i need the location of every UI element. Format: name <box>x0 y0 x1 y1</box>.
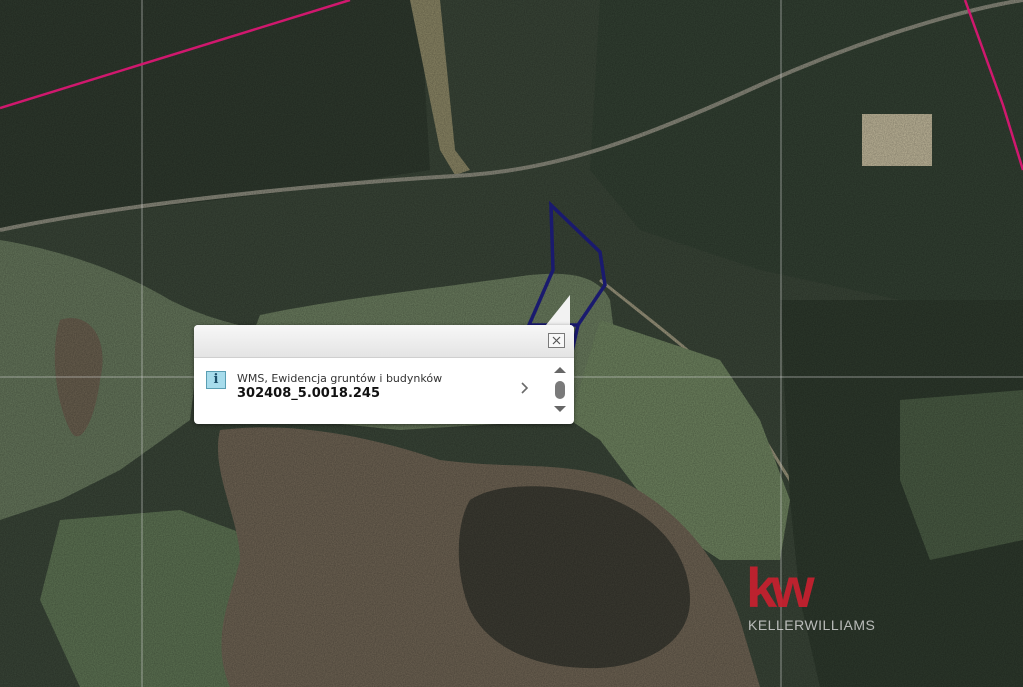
info-icon: i <box>206 371 226 389</box>
chevron-right-icon[interactable] <box>520 381 530 395</box>
popup-scrollbar[interactable] <box>552 365 568 421</box>
scroll-thumb[interactable] <box>555 381 565 399</box>
layer-name: WMS, Ewidencja gruntów i budynków <box>237 372 443 385</box>
popup-pointer <box>546 295 570 325</box>
feature-info-popup: i WMS, Ewidencja gruntów i budynków 3024… <box>194 295 574 424</box>
parcel-id: 302408_5.0018.245 <box>237 386 381 401</box>
close-button[interactable] <box>548 333 565 348</box>
popup-body: i WMS, Ewidencja gruntów i budynków 3024… <box>194 325 574 424</box>
logo-name: KELLERWILLIAMS <box>748 617 876 633</box>
scroll-up-icon[interactable] <box>554 367 566 373</box>
logo-mark: kw <box>746 556 815 619</box>
scroll-down-icon[interactable] <box>554 406 566 412</box>
kw-logo: kw KELLERWILLIAMS <box>744 560 904 640</box>
popup-header <box>194 325 574 358</box>
close-icon <box>552 336 561 345</box>
